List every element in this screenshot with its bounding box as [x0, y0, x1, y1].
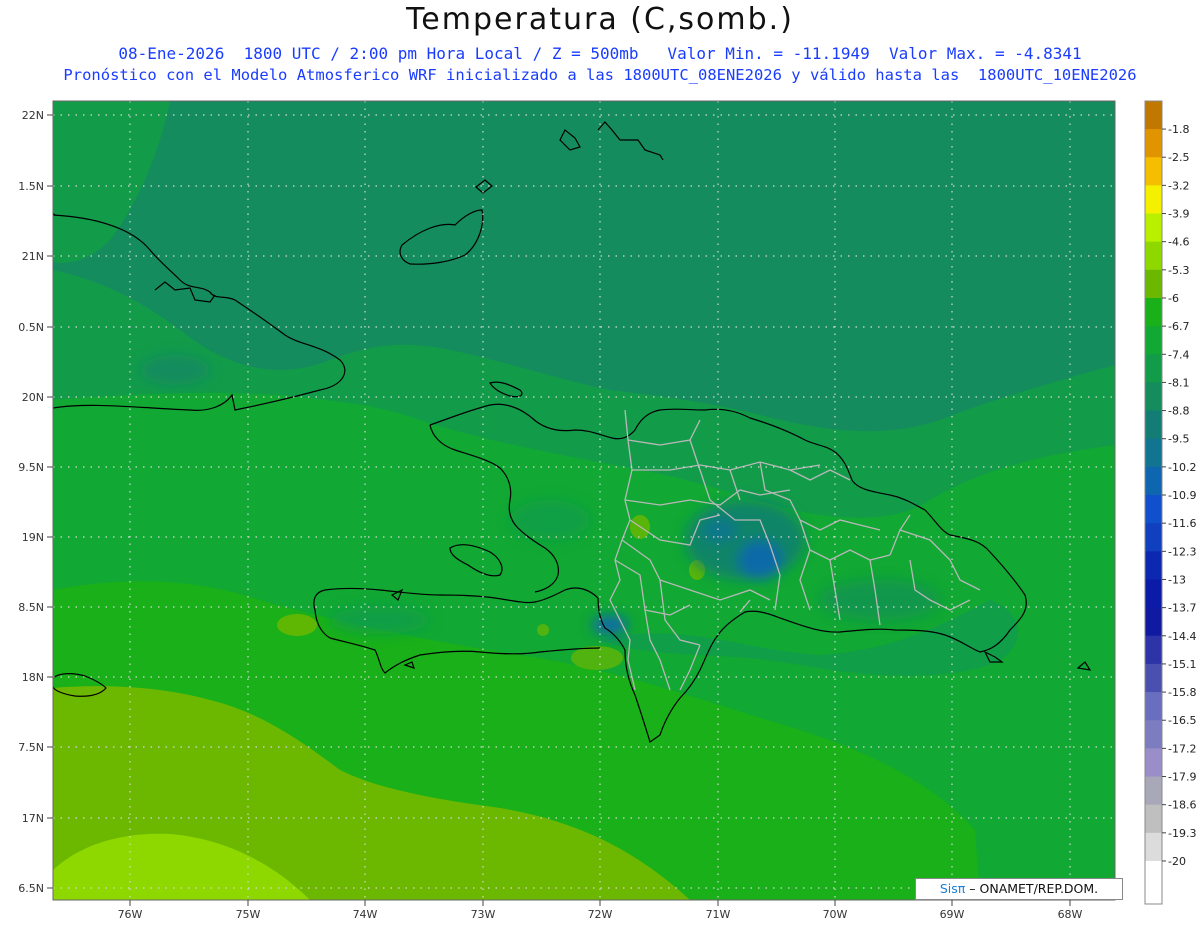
legend-label: -8.1: [1168, 376, 1189, 389]
legend-label: -8.8: [1168, 405, 1189, 418]
legend-label: -20: [1168, 855, 1186, 868]
legend-label: -2.5: [1168, 151, 1189, 164]
legend-swatch: [1145, 495, 1162, 524]
legend-label: -5.3: [1168, 264, 1189, 277]
credit-text: – ONAMET/REP.DOM.: [969, 881, 1099, 896]
legend-swatch: [1145, 720, 1162, 749]
legend-swatch: [1145, 213, 1162, 243]
legend-label: -13: [1168, 573, 1186, 586]
longitude-labels: 76W 75W 74W 73W 72W 71W 70W 69W 68W: [118, 908, 1083, 921]
lat-label: 1.5N: [18, 180, 44, 193]
lat-label: 18N: [22, 671, 44, 684]
lat-label: 21N: [22, 250, 44, 263]
legend-swatch: [1145, 748, 1162, 778]
lon-label: 75W: [236, 908, 261, 921]
latitude-labels: 22N 1.5N 21N 0.5N 20N 9.5N 19N 8.5N 18N …: [18, 109, 44, 895]
legend-swatch: [1145, 466, 1162, 496]
lat-label: 7.5N: [18, 741, 44, 754]
legend-label: -17.2: [1168, 742, 1196, 755]
legend-swatch: [1145, 663, 1162, 693]
lon-label: 73W: [471, 908, 496, 921]
legend-label: -18.6: [1168, 799, 1196, 812]
lat-label: 0.5N: [18, 321, 44, 334]
lon-label: 74W: [353, 908, 378, 921]
legend-swatch: [1145, 101, 1162, 115]
legend-label: -3.2: [1168, 179, 1189, 192]
legend-swatch: [1145, 551, 1162, 580]
sispi-logo: Sisπ: [939, 881, 966, 896]
lon-label: 71W: [706, 908, 731, 921]
legend-swatch: [1145, 326, 1162, 355]
credit-box: Sisπ – ONAMET/REP.DOM.: [915, 878, 1123, 900]
lat-label: 9.5N: [18, 461, 44, 474]
lat-label: 17N: [22, 812, 44, 825]
legend-swatch: [1145, 832, 1162, 861]
legend-swatch: [1145, 241, 1162, 271]
legend-label: -15.8: [1168, 686, 1196, 699]
lat-label: 8.5N: [18, 601, 44, 614]
temperature-field: [53, 101, 1115, 900]
lon-label: 72W: [588, 908, 613, 921]
color-legend: -1.8 -2.5 -3.2 -3.9 -4.6 -5.3 -6 -6.7 -7.4 -8.1 -8…: [1144, 100, 1196, 905]
legend-swatch: [1145, 804, 1162, 834]
legend-swatch: [1145, 382, 1162, 412]
legend-swatch: [1145, 579, 1162, 609]
legend-label: -3.9: [1168, 208, 1189, 221]
legend-swatch: [1145, 635, 1162, 665]
lat-label: 19N: [22, 531, 44, 544]
lat-label: 22N: [22, 109, 44, 122]
legend-label: -19.3: [1168, 827, 1196, 840]
legend-swatch: [1145, 860, 1162, 904]
legend-label: -6.7: [1168, 320, 1189, 333]
lat-label: 20N: [22, 391, 44, 404]
legend-swatch: [1145, 185, 1162, 215]
legend-label: -12.3: [1168, 545, 1196, 558]
legend-swatch: [1145, 157, 1162, 186]
legend-label: -10.2: [1168, 461, 1196, 474]
legend-swatch: [1145, 776, 1162, 806]
legend-label: -14.4: [1168, 630, 1196, 643]
legend-label: -17.9: [1168, 771, 1196, 784]
legend-label: -6: [1168, 292, 1179, 305]
lon-label: 69W: [940, 908, 965, 921]
forecast-map: 22N 1.5N 21N 0.5N 20N 9.5N 19N 8.5N 18N …: [18, 100, 1196, 921]
legend-label: -9.5: [1168, 433, 1189, 446]
legend-label: -10.9: [1168, 489, 1196, 502]
legend-swatch: [1145, 523, 1162, 552]
legend-swatch: [1145, 410, 1162, 440]
legend-swatch: [1145, 115, 1162, 130]
lon-label: 68W: [1058, 908, 1083, 921]
legend-label: -7.4: [1168, 348, 1189, 361]
legend-swatch: [1145, 692, 1162, 721]
legend-label: -16.5: [1168, 714, 1196, 727]
legend-swatch: [1145, 607, 1162, 637]
legend-swatch: [1145, 438, 1162, 468]
lon-label: 76W: [118, 908, 143, 921]
legend-label: -1.8: [1168, 123, 1189, 136]
legend-swatch: [1145, 129, 1162, 158]
legend-swatch: [1145, 354, 1162, 383]
lat-label: 6.5N: [18, 882, 44, 895]
legend-label: -15.1: [1168, 658, 1196, 671]
legend-label: -11.6: [1168, 517, 1196, 530]
legend-swatch: [1145, 297, 1162, 327]
legend-swatch: [1145, 269, 1162, 299]
legend-label: -13.7: [1168, 602, 1196, 615]
lon-label: 70W: [823, 908, 848, 921]
legend-label: -4.6: [1168, 236, 1189, 249]
